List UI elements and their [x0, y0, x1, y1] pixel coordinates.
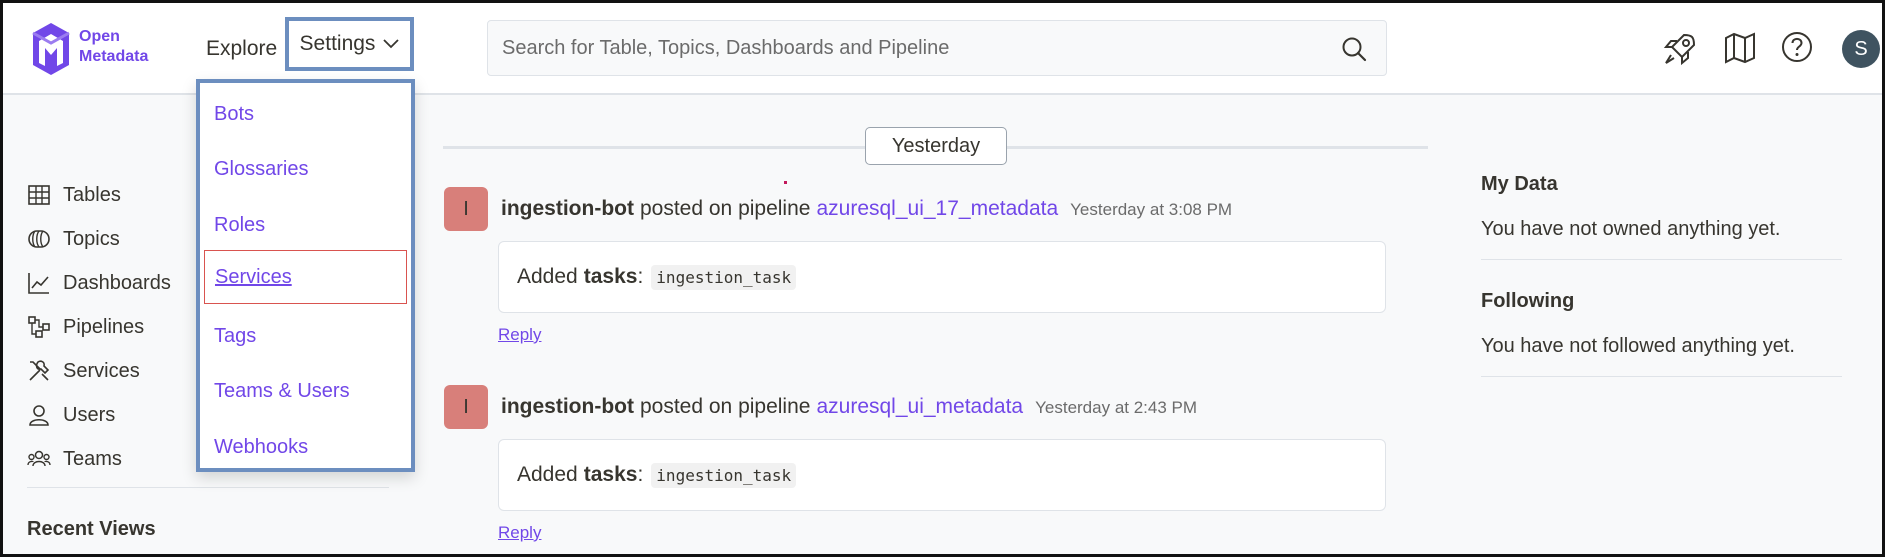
teams-icon [27, 450, 51, 467]
menu-item-tags[interactable]: Tags [204, 311, 407, 361]
my-data-title: My Data [1481, 173, 1558, 195]
post-body-prefix: Added [517, 463, 578, 486]
feed-post-card[interactable]: Added tasks: ingestion_task [498, 439, 1386, 511]
post-body-field: tasks [583, 463, 638, 486]
nav-settings-dropdown[interactable]: Settings [285, 17, 414, 71]
marker-dot [784, 181, 787, 184]
map-icon[interactable] [1723, 31, 1757, 65]
recent-views-heading: Recent Views [27, 518, 156, 540]
reply-link[interactable]: Reply [498, 523, 541, 543]
menu-item-glossaries[interactable]: Glossaries [204, 144, 407, 194]
post-body-separator: : [637, 265, 644, 288]
post-action: posted on pipeline [639, 197, 811, 220]
post-entity-link[interactable]: azuresql_ui_metadata [816, 395, 1023, 419]
right-panel-divider [1481, 376, 1842, 377]
feed-post-card[interactable]: Added tasks: ingestion_task [498, 241, 1386, 313]
help-icon[interactable] [1781, 31, 1813, 63]
search-input[interactable] [502, 36, 1322, 60]
sidebar-item-label: Services [63, 359, 140, 382]
reply-link[interactable]: Reply [498, 325, 541, 345]
topics-icon [28, 230, 50, 248]
search-icon[interactable] [1340, 35, 1368, 63]
sidebar-item-label: Topics [63, 227, 120, 250]
date-separator: Yesterday [865, 127, 1007, 165]
feed-avatar[interactable]: I [444, 187, 488, 231]
post-entity-link[interactable]: azuresql_ui_17_metadata [816, 197, 1058, 221]
nav-explore[interactable]: Explore [206, 37, 277, 61]
sidebar-item-label: Tables [63, 183, 121, 206]
nav-settings-label: Settings [299, 32, 376, 55]
following-empty-text: You have not followed anything yet. [1481, 335, 1795, 357]
dashboard-chart-icon [28, 273, 49, 294]
search-bar [487, 20, 1387, 76]
user-icon [29, 405, 49, 426]
menu-item-teams-users[interactable]: Teams & Users [204, 366, 407, 416]
pipeline-icon [28, 316, 50, 338]
post-body-separator: : [637, 463, 644, 486]
brand-line-2: Metadata [79, 48, 149, 65]
brand-name[interactable]: Open Metadata [79, 27, 148, 67]
feed-avatar[interactable]: I [444, 385, 488, 429]
sidebar-item-label: Users [63, 403, 116, 426]
sidebar-item-label: Teams [63, 447, 122, 470]
sidebar-item-label: Dashboards [63, 271, 171, 294]
settings-dropdown-menu: Bots Glossaries Roles Services Tags Team… [196, 79, 415, 472]
table-icon [28, 185, 50, 205]
menu-item-services[interactable]: Services [204, 250, 407, 304]
post-body-prefix: Added [517, 265, 578, 288]
menu-item-webhooks[interactable]: Webhooks [204, 422, 407, 472]
following-title: Following [1481, 290, 1575, 312]
chevron-down-icon [383, 39, 400, 49]
post-timestamp: Yesterday at 2:43 PM [1035, 398, 1198, 417]
post-action: posted on pipeline [639, 395, 811, 418]
feed-post-header: ingestion-bot posted on pipeline azuresq… [501, 197, 1232, 221]
post-author[interactable]: ingestion-bot [501, 395, 634, 419]
openmetadata-logo-icon[interactable] [27, 21, 75, 75]
post-body-code: ingestion_task [651, 462, 797, 488]
menu-item-bots[interactable]: Bots [204, 89, 407, 139]
menu-item-roles[interactable]: Roles [204, 200, 407, 250]
brand-line-1: Open [79, 28, 120, 45]
post-body-field: tasks [583, 265, 638, 288]
post-body-code: ingestion_task [651, 264, 797, 290]
sidebar-divider [27, 487, 389, 488]
post-author[interactable]: ingestion-bot [501, 197, 634, 221]
user-avatar[interactable]: S [1842, 30, 1880, 68]
sidebar-item-label: Pipelines [63, 315, 145, 338]
tools-icon [29, 360, 50, 381]
right-panel-divider [1481, 259, 1842, 260]
rocket-icon[interactable] [1662, 31, 1698, 67]
post-timestamp: Yesterday at 3:08 PM [1070, 200, 1233, 219]
feed-post-header: ingestion-bot posted on pipeline azuresq… [501, 395, 1197, 419]
my-data-empty-text: You have not owned anything yet. [1481, 218, 1781, 240]
right-panel: My Data You have not owned anything yet.… [1481, 173, 1842, 377]
